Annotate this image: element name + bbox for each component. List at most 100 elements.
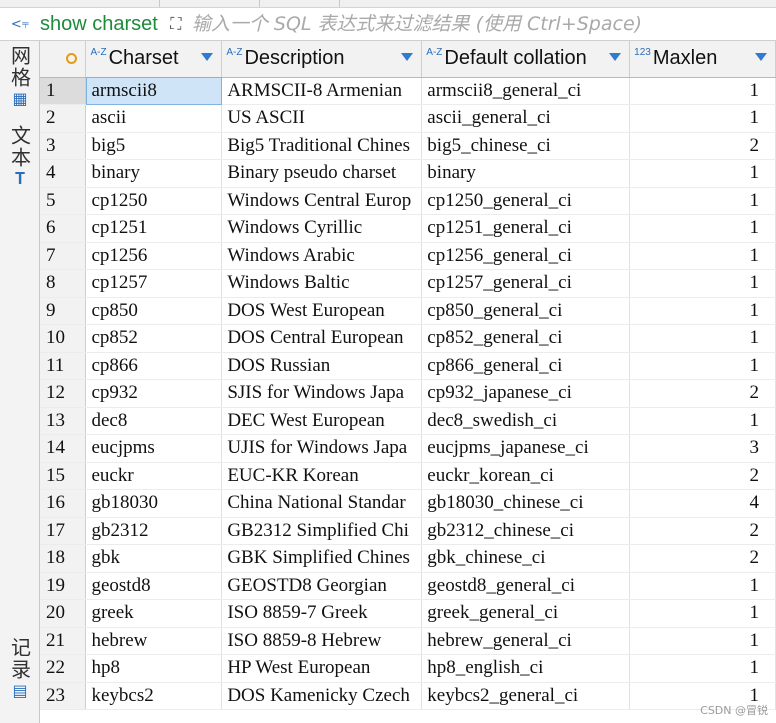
collation-cell[interactable]: gb2312_chinese_ci [421, 517, 631, 545]
table-row[interactable]: 19 geostd8 GEOSTD8 Georgian geostd8_general… [40, 572, 776, 600]
maxlen-cell[interactable]: 1 [629, 242, 776, 270]
maxlen-cell[interactable]: 1 [629, 269, 776, 298]
maxlen-cell[interactable]: 1 [629, 104, 776, 133]
maxlen-cell[interactable]: 3 [629, 434, 776, 463]
maxlen-cell[interactable]: 4 [629, 489, 776, 518]
tab-fragment[interactable] [260, 0, 340, 7]
description-cell[interactable]: DOS Russian [221, 352, 423, 380]
charset-cell[interactable]: gb18030 [85, 489, 223, 518]
table-row[interactable]: 18 gbk GBK Simplified Chines gbk_chinese_ci… [40, 544, 776, 573]
tab-fragment[interactable] [160, 0, 260, 7]
description-cell[interactable]: Windows Baltic [221, 269, 423, 298]
maxlen-cell[interactable]: 1 [629, 627, 776, 655]
table-row[interactable]: 20 greek ISO 8859-7 Greek greek_general_ci 1 [40, 599, 776, 628]
charset-cell[interactable]: armscii8 [85, 77, 223, 105]
description-cell[interactable]: GEOSTD8 Georgian [221, 572, 423, 600]
maxlen-cell[interactable]: 1 [629, 572, 776, 600]
maxlen-cell[interactable]: 1 [629, 214, 776, 243]
table-row[interactable]: 9 cp850 DOS West European cp850_general_ci 1 [40, 297, 776, 325]
row-number-cell[interactable]: 21 [40, 627, 87, 655]
table-row[interactable]: 12 cp932 SJIS for Windows Japa cp932_japane… [40, 379, 776, 408]
charset-cell[interactable]: binary [85, 159, 223, 188]
view-tab-text[interactable]: 文本 𝐓 [0, 125, 40, 189]
row-number-cell[interactable]: 12 [40, 379, 87, 408]
table-row[interactable]: 1 armscii8 ARMSCII-8 Armenian armscii8_gene… [40, 77, 776, 105]
description-cell[interactable]: Big5 Traditional Chines [221, 132, 423, 160]
query-label[interactable]: show charset [40, 13, 164, 36]
charset-cell[interactable]: cp850 [85, 297, 223, 325]
sort-dropdown-icon[interactable] [201, 53, 214, 61]
sort-dropdown-icon[interactable] [401, 53, 414, 61]
collation-cell[interactable]: big5_chinese_ci [421, 132, 631, 160]
maxlen-cell[interactable]: 1 [629, 407, 776, 435]
table-row[interactable]: 13 dec8 DEC West European dec8_swedish_ci 1 [40, 407, 776, 435]
description-cell[interactable]: EUC-KR Korean [221, 462, 423, 490]
collation-cell[interactable]: cp932_japanese_ci [421, 379, 631, 408]
maxlen-cell[interactable]: 1 [629, 159, 776, 188]
table-row[interactable]: 15 euckr EUC-KR Korean euckr_korean_ci 2 [40, 462, 776, 490]
row-number-cell[interactable]: 5 [40, 187, 87, 215]
charset-cell[interactable]: geostd8 [85, 572, 223, 600]
table-row[interactable]: 6 cp1251 Windows Cyrillic cp1251_general_ci… [40, 214, 776, 243]
table-row[interactable]: 21 hebrew ISO 8859-8 Hebrew hebrew_general_… [40, 627, 776, 655]
description-cell[interactable]: China National Standar [221, 489, 423, 518]
collation-cell[interactable]: greek_general_ci [421, 599, 631, 628]
maxlen-cell[interactable]: 1 [629, 352, 776, 380]
maxlen-cell[interactable]: 2 [629, 132, 776, 160]
maxlen-cell[interactable]: 2 [629, 462, 776, 490]
description-cell[interactable]: GB2312 Simplified Chi [221, 517, 423, 545]
charset-cell[interactable]: cp1256 [85, 242, 223, 270]
table-row[interactable]: 8 cp1257 Windows Baltic cp1257_general_ci 1 [40, 269, 776, 298]
table-row[interactable]: 5 cp1250 Windows Central Europ cp1250_gener… [40, 187, 776, 215]
charset-cell[interactable]: cp852 [85, 324, 223, 353]
row-number-header[interactable] [40, 41, 87, 78]
collation-cell[interactable]: gb18030_chinese_ci [421, 489, 631, 518]
table-row[interactable]: 3 big5 Big5 Traditional Chines big5_chinese… [40, 132, 776, 160]
row-number-cell[interactable]: 20 [40, 599, 87, 628]
description-cell[interactable]: Windows Cyrillic [221, 214, 423, 243]
charset-cell[interactable]: cp932 [85, 379, 223, 408]
collation-cell[interactable]: cp1251_general_ci [421, 214, 631, 243]
maxlen-cell[interactable]: 1 [629, 599, 776, 628]
description-cell[interactable]: DOS West European [221, 297, 423, 325]
view-tab-grid[interactable]: 网格 ▦ [0, 45, 40, 108]
description-cell[interactable]: UJIS for Windows Japa [221, 434, 423, 463]
table-row[interactable]: 17 gb2312 GB2312 Simplified Chi gb2312_chin… [40, 517, 776, 545]
maxlen-cell[interactable]: 1 [629, 297, 776, 325]
maxlen-cell[interactable]: 1 [629, 324, 776, 353]
collation-cell[interactable]: gbk_chinese_ci [421, 544, 631, 573]
charset-cell[interactable]: eucjpms [85, 434, 223, 463]
filter-input[interactable] [187, 13, 748, 35]
charset-cell[interactable]: gb2312 [85, 517, 223, 545]
table-row[interactable]: 23 keybcs2 DOS Kamenicky Czech keybcs2_gene… [40, 682, 776, 710]
description-cell[interactable]: ISO 8859-8 Hebrew [221, 627, 423, 655]
charset-cell[interactable]: big5 [85, 132, 223, 160]
row-number-cell[interactable]: 8 [40, 269, 87, 298]
description-cell[interactable]: Binary pseudo charset [221, 159, 423, 188]
maxlen-cell[interactable]: 1 [629, 77, 776, 105]
sort-dropdown-icon[interactable] [609, 53, 622, 61]
table-row[interactable]: 7 cp1256 Windows Arabic cp1256_general_ci 1 [40, 242, 776, 270]
description-cell[interactable]: Windows Arabic [221, 242, 423, 270]
row-number-cell[interactable]: 19 [40, 572, 87, 600]
collation-cell[interactable]: cp852_general_ci [421, 324, 631, 353]
charset-cell[interactable]: cp1257 [85, 269, 223, 298]
table-row[interactable]: 16 gb18030 China National Standar gb18030_c… [40, 489, 776, 518]
maxlen-cell[interactable]: 1 [629, 654, 776, 683]
description-cell[interactable]: DEC West European [221, 407, 423, 435]
charset-cell[interactable]: hp8 [85, 654, 223, 683]
collation-cell[interactable]: binary [421, 159, 631, 188]
collation-cell[interactable]: hp8_english_ci [421, 654, 631, 683]
collation-cell[interactable]: cp1257_general_ci [421, 269, 631, 298]
collation-cell[interactable]: keybcs2_general_ci [421, 682, 631, 710]
row-number-cell[interactable]: 18 [40, 544, 87, 573]
charset-cell[interactable]: euckr [85, 462, 223, 490]
charset-cell[interactable]: hebrew [85, 627, 223, 655]
collation-cell[interactable]: ascii_general_ci [421, 104, 631, 133]
row-number-cell[interactable]: 7 [40, 242, 87, 270]
column-header-description[interactable]: A-Z Description [221, 41, 423, 78]
maxlen-cell[interactable]: 1 [629, 187, 776, 215]
maxlen-cell[interactable]: 2 [629, 517, 776, 545]
description-cell[interactable]: HP West European [221, 654, 423, 683]
column-header-charset[interactable]: A-Z Charset [85, 41, 223, 78]
